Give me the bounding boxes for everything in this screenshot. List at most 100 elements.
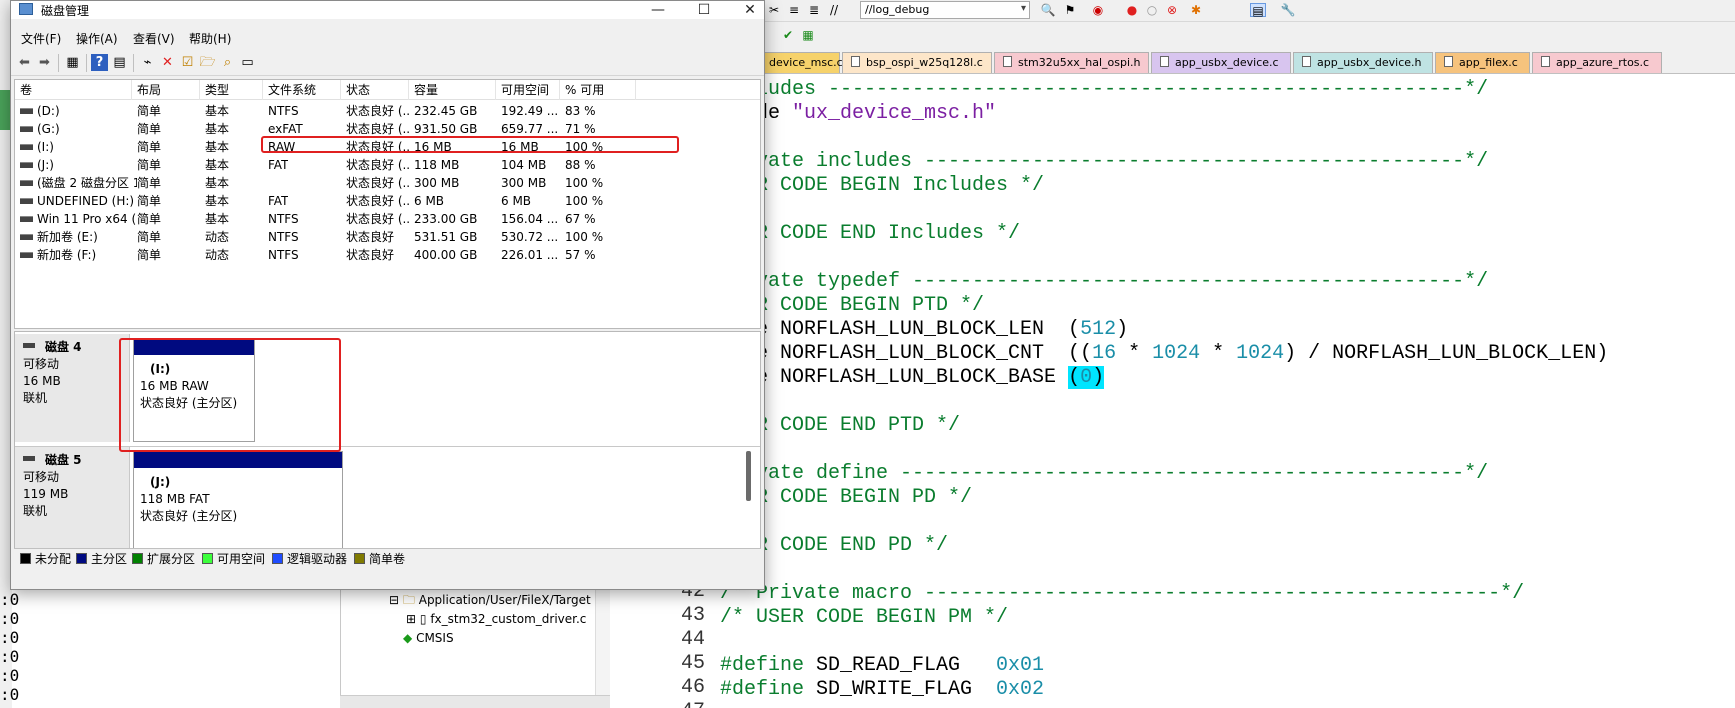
menu-action[interactable]: 操作(A): [76, 30, 118, 47]
cell-capacity: 300 MB: [414, 176, 460, 190]
back-icon[interactable]: ⬅: [16, 54, 33, 71]
debug-icon[interactable]: ◉: [1090, 3, 1106, 17]
load-icon[interactable]: ▦: [800, 28, 816, 42]
volume-list-header: 卷 布局 类型 文件系统 状态 容量 可用空间 % 可用: [15, 80, 760, 100]
legend-label: 可用空间: [217, 552, 266, 566]
column-header-capacity[interactable]: 容量: [409, 80, 496, 100]
legend-item: 简单卷: [354, 552, 405, 566]
bookmark-icon[interactable]: ⚑: [1062, 3, 1078, 17]
tab-app-azure-rtos[interactable]: app_azure_rtos.c: [1532, 52, 1662, 73]
column-header-free-space[interactable]: 可用空间: [496, 80, 560, 100]
open-folder-icon[interactable]: 🗁: [199, 54, 216, 71]
tree-item-cmsis[interactable]: ◆ CMSIS: [403, 629, 454, 647]
search-folder-icon[interactable]: ⌕: [219, 54, 236, 71]
legend-swatch: [20, 553, 31, 564]
menu-view[interactable]: 查看(V): [133, 30, 175, 47]
drive-icon: [20, 216, 33, 222]
legend-label: 未分配: [35, 552, 72, 566]
connect-icon[interactable]: ⌁: [139, 54, 156, 71]
table-row[interactable]: (J:) 简单 基本 FAT 状态良好 (... 118 MB 104 MB 8…: [15, 156, 760, 174]
menu-file[interactable]: 文件(F): [21, 30, 61, 47]
disk-info[interactable]: 磁盘 5 可移动 119 MB 联机: [15, 447, 130, 555]
column-header-status[interactable]: 状态: [341, 80, 409, 100]
table-row[interactable]: UNDEFINED (H:) 简单 基本 FAT 状态良好 (... 6 MB …: [15, 192, 760, 210]
table-row[interactable]: 新加卷 (E:) 简单 动态 NTFS 状态良好 531.51 GB 530.7…: [15, 228, 760, 246]
cell-fs: FAT: [268, 158, 289, 172]
help-icon[interactable]: ?: [91, 54, 108, 71]
download-icon[interactable]: ✔: [780, 28, 796, 42]
breakpoint-icon[interactable]: ●: [1124, 3, 1140, 17]
cell-percent: 88 %: [565, 158, 596, 172]
table-row[interactable]: Win 11 Pro x64 (... 简单 基本 NTFS 状态良好 (...…: [15, 210, 760, 228]
minimize-button[interactable]: —: [635, 1, 681, 19]
tab-app-usbx-device-h[interactable]: app_usbx_device.h: [1293, 52, 1433, 73]
tab-hal-ospi[interactable]: stm32u5xx_hal_ospi.h: [994, 52, 1149, 73]
menu-help[interactable]: 帮助(H): [189, 30, 231, 47]
table-row[interactable]: (磁盘 2 磁盘分区 1) 简单 基本 状态良好 (... 300 MB 300…: [15, 174, 760, 192]
delete-icon[interactable]: ✕: [159, 54, 176, 71]
column-header-filesystem[interactable]: 文件系统: [263, 80, 341, 100]
cell-layout: 简单: [137, 140, 162, 154]
cell-free: 226.01 ...: [501, 248, 559, 262]
partition[interactable]: (J:) 118 MB FAT 状态良好 (主分区): [133, 451, 343, 555]
indent-icon[interactable]: ≡: [786, 3, 802, 17]
line-number: 46: [680, 676, 705, 699]
tree-horizontal-scrollbar[interactable]: [340, 695, 610, 708]
table-row[interactable]: (D:) 简单 基本 NTFS 状态良好 (... 232.45 GB 192.…: [15, 102, 760, 120]
comment-icon[interactable]: //: [826, 3, 842, 17]
line-number: 44: [680, 628, 705, 651]
maximize-button[interactable]: ☐: [681, 1, 727, 19]
cell-free: 192.49 ...: [501, 104, 559, 118]
check-icon[interactable]: ☑: [179, 54, 196, 71]
cell-fs: FAT: [268, 194, 289, 208]
scrollbar-thumb[interactable]: [746, 451, 751, 501]
cell-layout: 简单: [137, 230, 162, 244]
table-row[interactable]: 新加卷 (F:) 简单 动态 NTFS 状态良好 400.00 GB 226.0…: [15, 246, 760, 264]
legend-item: 逻辑驱动器: [272, 552, 347, 566]
tree-item-label: CMSIS: [416, 631, 454, 645]
outdent-icon[interactable]: ≣: [806, 3, 822, 17]
expand-icon[interactable]: ⊞: [406, 612, 416, 626]
disk-state: 联机: [23, 504, 48, 518]
cell-volume: UNDEFINED (H:): [37, 194, 135, 208]
cell-volume: (J:): [37, 158, 54, 172]
tab-app-usbx-device-c[interactable]: app_usbx_device.c: [1151, 52, 1291, 73]
properties-icon[interactable]: ▤: [111, 54, 128, 71]
forward-icon[interactable]: ➡: [36, 54, 53, 71]
collapse-icon[interactable]: ⊟: [389, 593, 399, 607]
tree-vertical-scrollbar[interactable]: [595, 585, 610, 695]
code-line: /* Private macro -----------------------…: [720, 582, 1525, 605]
tree-item-folder[interactable]: ⊟ 🗀 Application/User/FileX/Target: [389, 591, 591, 609]
list-view-icon[interactable]: ▭: [239, 54, 256, 71]
settings-icon[interactable]: ✱: [1188, 3, 1204, 17]
file-icon: [1444, 56, 1453, 67]
tab-app-filex[interactable]: app_filex.c: [1435, 52, 1530, 73]
breakpoint-kill-icon[interactable]: ⊗: [1164, 3, 1180, 17]
cell-volume: (D:): [37, 104, 60, 118]
column-header-type[interactable]: 类型: [200, 80, 263, 100]
tab-label: app_usbx_device.h: [1317, 56, 1422, 69]
console-tree-icon[interactable]: ▦: [64, 54, 81, 71]
breakpoint-disable-icon[interactable]: ○: [1144, 3, 1160, 17]
legend-item: 主分区: [76, 552, 127, 566]
chevron-down-icon[interactable]: ▾: [1021, 3, 1026, 14]
drive-icon: [20, 162, 33, 168]
title-bar[interactable]: 磁盘管理 — ☐ ✕: [11, 1, 764, 19]
disk-kind: 可移动: [23, 357, 60, 371]
find-combo[interactable]: //log_debug ▾: [860, 1, 1030, 19]
wrench-icon[interactable]: 🔧: [1280, 3, 1296, 17]
tree-item-file[interactable]: ⊞ ▯ fx_stm32_custom_driver.c: [406, 610, 586, 628]
code-line: fine NORFLASH_LUN_BLOCK_LEN (512): [720, 318, 1129, 341]
disk-info[interactable]: 磁盘 4 可移动 16 MB 联机: [15, 334, 130, 442]
column-header-volume[interactable]: 卷: [15, 80, 132, 100]
close-button[interactable]: ✕: [727, 1, 773, 19]
tab-bsp-ospi[interactable]: bsp_ospi_w25q128l.c: [842, 52, 992, 73]
legend-item: 未分配: [20, 552, 71, 566]
disk-size: 119 MB: [23, 487, 69, 501]
column-header-layout[interactable]: 布局: [132, 80, 200, 100]
window-layout-icon[interactable]: ▤: [1250, 3, 1266, 18]
legend-label: 简单卷: [369, 552, 406, 566]
column-header-percent-free[interactable]: % 可用: [560, 80, 636, 100]
tab-device-msc[interactable]: device_msc.c*: [760, 52, 848, 73]
find-in-files-icon[interactable]: 🔍: [1040, 3, 1056, 17]
